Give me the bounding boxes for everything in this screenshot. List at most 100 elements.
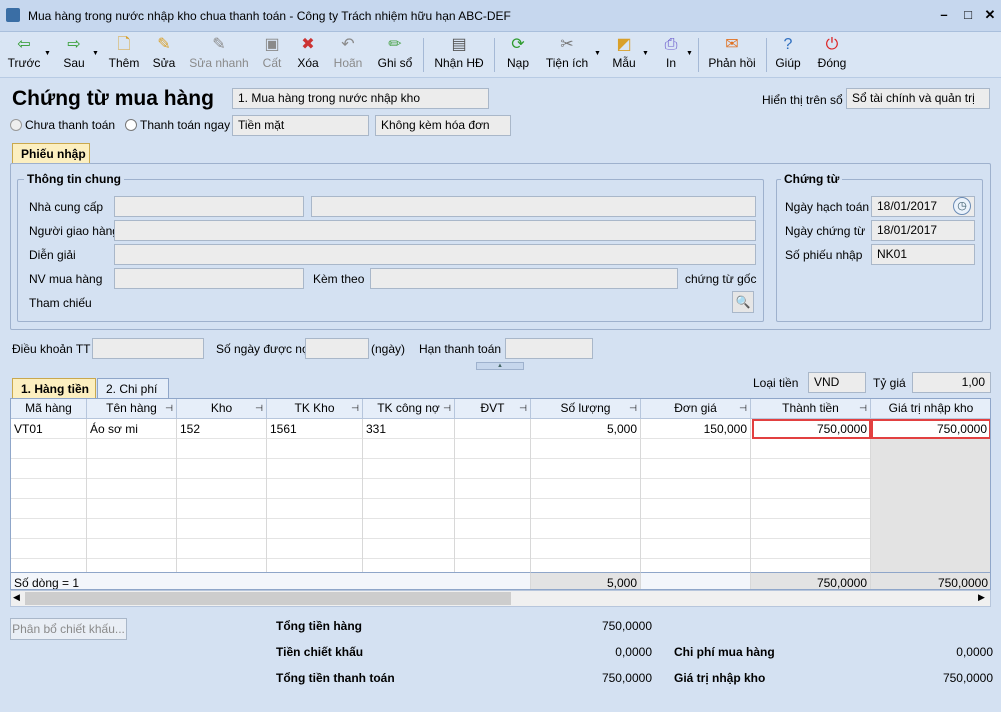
close-button[interactable]: ⏻ Đóng	[814, 32, 850, 78]
receipt-number-input[interactable]: NK01	[871, 244, 975, 265]
cell-amount[interactable]: 750,0000	[752, 419, 871, 439]
description-input[interactable]	[114, 244, 756, 265]
col-header-item-code[interactable]: Mã hàng	[11, 399, 87, 419]
edit-button[interactable]: ✎ Sửa	[148, 32, 180, 78]
prev-button[interactable]: ⇦ Trước	[6, 32, 42, 78]
reference-label: Tham chiếu	[29, 296, 92, 310]
tab-receipt[interactable]: Phiếu nhập	[12, 143, 90, 164]
scroll-right-icon[interactable]: ▶	[978, 592, 985, 603]
total-goods-value: 750,0000	[601, 619, 652, 633]
col-header-stock-account[interactable]: TK Kho ⊣	[267, 399, 363, 419]
help-button[interactable]: ? Giúp	[772, 32, 804, 78]
credit-days-input[interactable]	[305, 338, 369, 359]
cell-import-value[interactable]: 750,0000	[871, 419, 990, 439]
exchange-rate-input[interactable]: 1,00	[912, 372, 991, 393]
import-value-total: 750,0000	[942, 671, 993, 685]
maximize-button[interactable]: □	[958, 6, 978, 24]
supplier-label: Nhà cung cấp	[29, 200, 104, 214]
col-header-item-name[interactable]: Tên hàng ⊣	[87, 399, 177, 419]
footer-quantity: 5,000	[531, 572, 641, 589]
deliverer-input[interactable]	[114, 220, 756, 241]
next-dropdown-icon[interactable]: ▼	[92, 50, 99, 57]
toolbar-separator	[766, 38, 767, 72]
radio-paid[interactable]	[125, 119, 137, 131]
print-button[interactable]: ⎙ In	[656, 32, 686, 78]
exchange-rate-label: Tỷ giá	[873, 376, 906, 390]
next-button[interactable]: ⇨ Sau	[58, 32, 90, 78]
cell-payable-account[interactable]: 331	[363, 419, 455, 439]
collapse-handle-icon[interactable]: ▲	[476, 362, 524, 370]
due-date-input[interactable]	[505, 338, 593, 359]
horizontal-scrollbar[interactable]: ◀ ▶	[10, 590, 991, 607]
scroll-left-icon[interactable]: ◀	[13, 592, 20, 603]
quick-edit-button[interactable]: ✎ Sửa nhanh	[188, 32, 250, 78]
cell-stock-account[interactable]: 1561	[267, 419, 363, 439]
col-header-unit-price[interactable]: Đơn giá ⊣	[641, 399, 751, 419]
template-button[interactable]: ◩ Mẫu	[608, 32, 640, 78]
cell-quantity[interactable]: 5,000	[531, 419, 641, 439]
close-window-button[interactable]: ✕	[980, 6, 1000, 24]
allocate-discount-button[interactable]: Phân bổ chiết khấu...	[10, 618, 127, 640]
display-on-book-select[interactable]: Sổ tài chính và quản trị	[846, 88, 990, 109]
feedback-button[interactable]: ✉ Phản hồi	[704, 32, 760, 78]
supplier-name-input[interactable]	[311, 196, 756, 217]
post-button[interactable]: ✏ Ghi sổ	[374, 32, 416, 78]
terms-input[interactable]	[92, 338, 204, 359]
empty-rows	[11, 439, 871, 573]
print-dropdown-icon[interactable]: ▼	[686, 50, 693, 57]
goods-grid: Mã hàng Tên hàng ⊣ Kho ⊣ TK Kho ⊣ TK công n…	[10, 398, 991, 590]
utilities-dropdown-icon[interactable]: ▼	[594, 50, 601, 57]
pin-icon: ⊣	[629, 403, 637, 413]
col-header-unit[interactable]: ĐVT ⊣	[455, 399, 531, 419]
minimize-button[interactable]: –	[934, 6, 954, 24]
general-info-title: Thông tin chung	[24, 172, 124, 186]
arrow-left-icon: ⇦	[17, 36, 31, 53]
invoice-option-select[interactable]: Không kèm hóa đơn	[375, 115, 511, 136]
voucher-date-input[interactable]: 18/01/2017	[871, 220, 975, 241]
template-dropdown-icon[interactable]: ▼	[642, 50, 649, 57]
cell-unit[interactable]	[455, 419, 531, 439]
undo-button[interactable]: ↶ Hoãn	[330, 32, 366, 78]
tab-costs[interactable]: 2. Chi phí	[97, 378, 169, 399]
supplier-code-input[interactable]	[114, 196, 304, 217]
save-button[interactable]: ▣ Cất	[258, 32, 286, 78]
reference-search-icon[interactable]: 🔍	[732, 291, 754, 313]
deliverer-label: Người giao hàng	[29, 224, 119, 238]
attach-input[interactable]	[370, 268, 678, 289]
cell-warehouse[interactable]: 152	[177, 419, 267, 439]
cell-item-code[interactable]: VT01	[11, 419, 87, 439]
print-icon: ⎙	[664, 36, 678, 53]
col-header-quantity[interactable]: Số lượng ⊣	[531, 399, 641, 419]
tab-goods[interactable]: 1. Hàng tiền	[12, 378, 96, 399]
quick-edit-icon: ✎	[212, 36, 226, 53]
pin-icon: ⊣	[519, 403, 527, 413]
page-title: Chứng từ mua hàng	[12, 87, 214, 110]
mail-icon: ✉	[725, 36, 739, 53]
credit-days-label: Số ngày được nợ	[216, 342, 310, 356]
payment-method-select[interactable]: Tiền mặt	[232, 115, 369, 136]
prev-dropdown-icon[interactable]: ▼	[44, 50, 51, 57]
delete-button[interactable]: ✖ Xóa	[292, 32, 324, 78]
pin-icon: ⊣	[165, 403, 173, 413]
scrollbar-thumb[interactable]	[25, 592, 511, 605]
receive-invoice-button[interactable]: ▤ Nhận HĐ	[432, 32, 486, 78]
attach-label: Kèm theo	[313, 272, 365, 286]
col-header-import-value[interactable]: Giá trị nhập kho	[871, 399, 990, 419]
cell-item-name[interactable]: Áo sơ mi	[87, 419, 177, 439]
voucher-type-select[interactable]: 1. Mua hàng trong nước nhập kho	[232, 88, 489, 109]
currency-select[interactable]: VND	[808, 372, 866, 393]
buyer-label: NV mua hàng	[29, 272, 103, 286]
col-header-payable-account[interactable]: TK công nợ ⊣	[363, 399, 455, 419]
utilities-button[interactable]: ✂ Tiện ích	[542, 32, 592, 78]
receipt-number-label: Số phiếu nhập	[785, 248, 863, 262]
add-button[interactable]: 🗋 Thêm	[106, 32, 142, 78]
col-header-warehouse[interactable]: Kho ⊣	[177, 399, 267, 419]
radio-unpaid-label: Chưa thanh toán	[25, 118, 116, 132]
reload-button[interactable]: ⟳ Nạp	[502, 32, 534, 78]
cell-unit-price[interactable]: 150,000	[641, 419, 751, 439]
radio-unpaid[interactable]	[10, 119, 22, 131]
col-header-amount[interactable]: Thành tiền ⊣	[751, 399, 871, 419]
calendar-icon[interactable]: ◷	[953, 197, 971, 215]
power-icon: ⏻	[825, 36, 839, 53]
buyer-input[interactable]	[114, 268, 304, 289]
